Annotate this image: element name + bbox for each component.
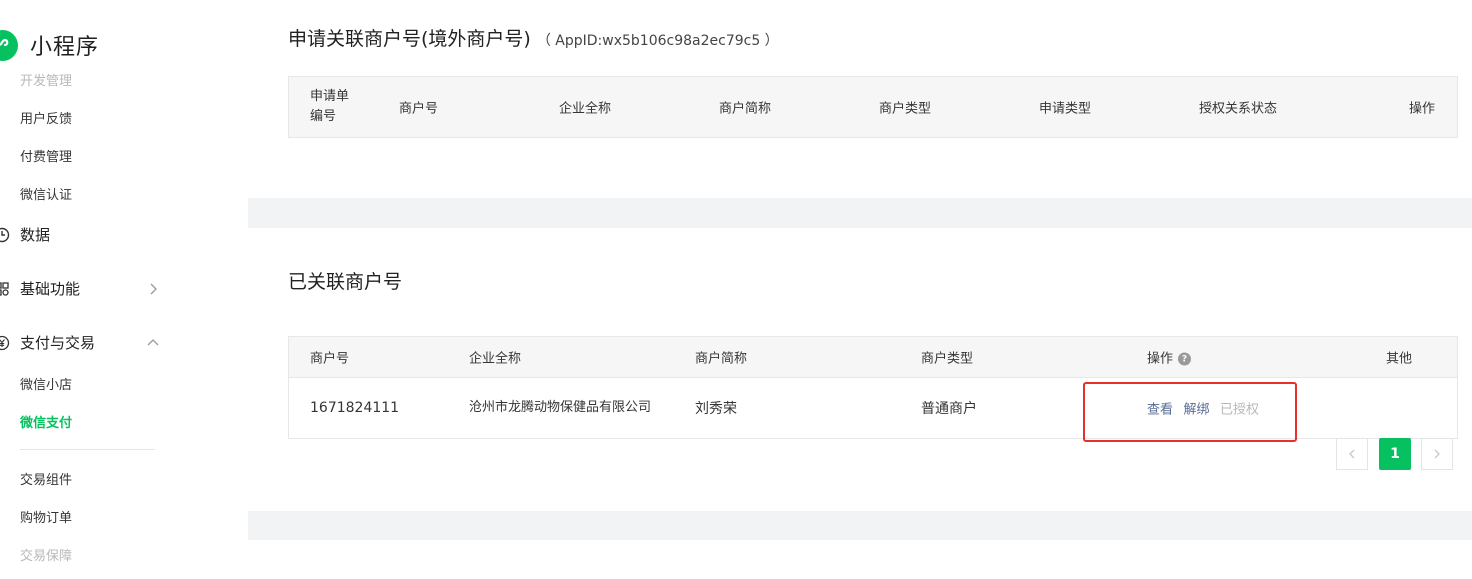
sidebar-item-payment-manage[interactable]: 付费管理 xyxy=(20,146,72,165)
app-logo: 小程序 xyxy=(0,29,99,61)
column-header: 申请单编号 xyxy=(310,89,350,124)
sidebar-item-trade-component[interactable]: 交易组件 xyxy=(20,469,72,488)
sidebar-group-label: 支付与交易 xyxy=(20,334,96,352)
apply-section-title: 申请关联商户号(境外商户号) （ AppID:wx5b106c98a2ec79c… xyxy=(288,24,779,51)
actions-cell: 查看 解绑 已授权 xyxy=(1147,398,1259,417)
column-header-actions: 操作? xyxy=(1147,348,1192,367)
sidebar-group-pay[interactable]: 支付与交易 xyxy=(0,332,174,353)
column-header: 商户号 xyxy=(310,351,350,367)
apply-title-text: 申请关联商户号(境外商户号) xyxy=(288,28,531,50)
sidebar: 小程序 开发管理 用户反馈 付费管理 微信认证 数据 基础功能 支付与交易 微信… xyxy=(0,0,248,579)
next-panel xyxy=(248,540,1472,579)
sidebar-group-label: 基础功能 xyxy=(20,280,81,298)
apply-table-header: 申请单编号 商户号 企业全称 商户简称 商户类型 申请类型 授权关系状态 操作 xyxy=(288,76,1458,138)
sidebar-group-label: 数据 xyxy=(20,226,51,244)
merchant-id-cell: 1671824111 xyxy=(310,399,400,416)
column-header: 商户类型 xyxy=(879,101,932,117)
column-header: 申请类型 xyxy=(1039,101,1092,117)
column-header: 企业全称 xyxy=(559,101,612,117)
sidebar-group-basic[interactable]: 基础功能 xyxy=(0,278,174,299)
view-link[interactable]: 查看 xyxy=(1147,402,1173,417)
column-header: 其他 xyxy=(1386,351,1413,367)
column-header: 商户号 xyxy=(399,101,439,117)
app-title: 小程序 xyxy=(30,35,100,60)
column-header: 商户类型 xyxy=(921,351,974,367)
authorized-status: 已授权 xyxy=(1219,402,1259,417)
column-header: 商户简称 xyxy=(719,101,772,117)
apply-merchant-panel: 申请关联商户号(境外商户号) （ AppID:wx5b106c98a2ec79c… xyxy=(248,0,1472,198)
yuan-circle-icon xyxy=(0,335,10,351)
grid-icon xyxy=(0,281,10,297)
next-page-button[interactable] xyxy=(1421,438,1453,470)
help-question-icon[interactable]: ? xyxy=(1178,352,1192,366)
sidebar-divider xyxy=(20,449,155,450)
appid-label: （ AppID:wx5b106c98a2ec79c5 ） xyxy=(536,33,779,49)
chevron-right-icon xyxy=(1434,449,1440,459)
sidebar-item-trade-guarantee[interactable]: 交易保障 xyxy=(20,545,72,564)
page-number-current[interactable]: 1 xyxy=(1379,438,1411,470)
miniprogram-logo-icon xyxy=(0,29,18,61)
column-header-label: 操作 xyxy=(1147,351,1174,367)
column-header: 操作 xyxy=(1409,101,1436,117)
clock-pie-icon xyxy=(0,227,10,243)
chevron-right-icon xyxy=(146,282,160,296)
column-header: 企业全称 xyxy=(469,351,522,367)
company-name-cell: 沧州市龙腾动物保健品有限公司 xyxy=(469,399,652,415)
chevron-up-icon xyxy=(146,336,160,350)
column-header: 商户简称 xyxy=(695,351,748,367)
linked-table-header: 商户号 企业全称 商户简称 商户类型 操作? 其他 xyxy=(288,336,1458,378)
sidebar-item-wechat-pay[interactable]: 微信支付 xyxy=(20,412,72,431)
linked-merchant-panel: 已关联商户号 商户号 企业全称 商户简称 商户类型 操作? 其他 1671824… xyxy=(248,228,1472,511)
sidebar-item-wechat-store[interactable]: 微信小店 xyxy=(20,374,72,393)
prev-page-button[interactable] xyxy=(1336,438,1368,470)
sidebar-item-wechat-verify[interactable]: 微信认证 xyxy=(20,184,72,203)
column-header: 授权关系状态 xyxy=(1199,101,1278,117)
sidebar-item-dev-manage[interactable]: 开发管理 xyxy=(20,70,72,89)
sidebar-item-orders[interactable]: 购物订单 xyxy=(20,507,72,526)
sidebar-group-data[interactable]: 数据 xyxy=(0,224,174,245)
unbind-link[interactable]: 解绑 xyxy=(1183,402,1209,417)
chevron-left-icon xyxy=(1349,449,1355,459)
merchant-type-cell: 普通商户 xyxy=(921,400,977,417)
table-row: 1671824111 沧州市龙腾动物保健品有限公司 刘秀荣 普通商户 查看 解绑… xyxy=(288,377,1458,439)
linked-section-title: 已关联商户号 xyxy=(288,271,403,293)
short-name-cell: 刘秀荣 xyxy=(695,400,737,417)
sidebar-item-user-feedback[interactable]: 用户反馈 xyxy=(20,108,72,127)
